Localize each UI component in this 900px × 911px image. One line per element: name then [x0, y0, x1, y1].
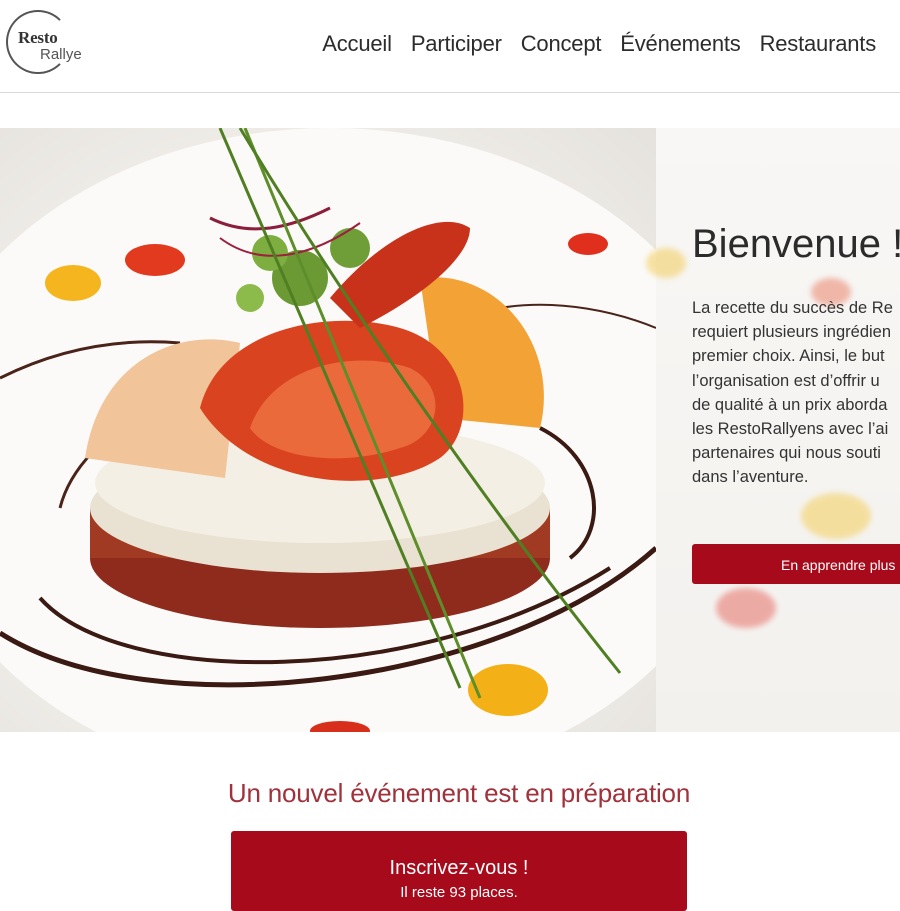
nav-concept[interactable]: Concept: [521, 31, 602, 57]
plated-dish-illustration: [0, 128, 656, 732]
welcome-panel: Bienvenue ! La recette du succès de Re r…: [646, 128, 900, 732]
places-remaining: Il reste 93 places.: [400, 884, 518, 901]
nav-restaurants[interactable]: Restaurants: [760, 31, 877, 57]
welcome-text-line: les RestoRallyens avec l’ai: [692, 420, 889, 439]
main-nav: Accueil Participer Concept Événements Re…: [322, 31, 876, 57]
welcome-text-line: de qualité à un prix aborda: [692, 395, 888, 414]
hero-banner: Bienvenue ! La recette du succès de Re r…: [0, 128, 900, 732]
signup-label: Inscrivez-vous !: [389, 857, 529, 879]
welcome-text-line: dans l’aventure.: [692, 468, 809, 487]
event-heading: Un nouvel événement est en préparation: [227, 778, 691, 808]
nav-evenements[interactable]: Événements: [620, 31, 740, 57]
welcome-text-line: requiert plusieurs ingrédien: [692, 323, 892, 342]
welcome-text-line: premier choix. Ainsi, le but: [692, 347, 885, 366]
learn-more-button[interactable]: En apprendre plus: [692, 544, 900, 584]
welcome-text-line: l’organisation est d’offrir u: [692, 371, 880, 390]
nav-accueil[interactable]: Accueil: [322, 31, 392, 57]
welcome-text-line: La recette du succès de Re: [692, 299, 893, 317]
welcome-text: La recette du succès de Re requiert plus…: [692, 296, 900, 490]
signup-button[interactable]: Inscrivez-vous ! Il reste 93 places.: [231, 831, 687, 911]
welcome-text-line: partenaires qui nous souti: [692, 444, 881, 463]
site-header: Resto Rallye Accueil Participer Concept …: [0, 0, 900, 93]
sauce-dot: [716, 588, 776, 628]
welcome-title: Bienvenue !: [692, 222, 900, 266]
hero-food-image: [0, 128, 656, 732]
logo-text-rallye: Rallye: [40, 46, 82, 63]
sauce-dot: [646, 248, 686, 278]
logo-text-resto: Resto: [18, 28, 58, 47]
sauce-dot: [801, 493, 871, 539]
resto-rallye-logo[interactable]: Resto Rallye: [6, 10, 82, 78]
nav-participer[interactable]: Participer: [411, 31, 502, 57]
